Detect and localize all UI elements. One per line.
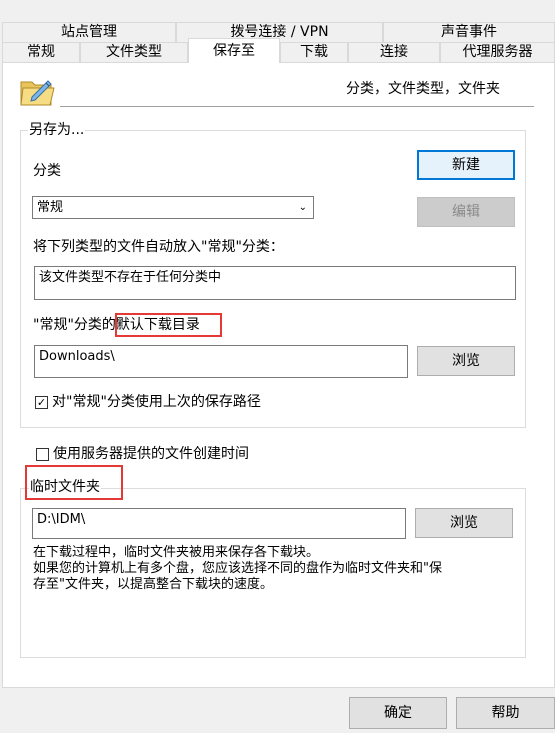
ok-button[interactable]: 确定 [349,697,447,729]
help-button[interactable]: 帮助 [456,697,555,729]
temp-desc-line3: 存至"文件夹，以提高整合下载块的速度。 [33,577,273,592]
server-time-label: 使用服务器提供的文件创建时间 [53,446,249,462]
category-select[interactable]: 常规 ⌄ [32,196,314,219]
header-divider [60,106,534,107]
folder-icon [18,74,56,108]
browse-button-default-dir[interactable]: 浏览 [417,346,515,376]
temp-desc-line2: 如果您的计算机上有多个盘，您应该选择不同的盘作为临时文件夹和"保 [33,561,442,576]
use-last-path-checkbox[interactable]: ✓ [35,396,48,409]
default-dir-field[interactable]: Downloads\ [34,345,408,378]
use-last-path-label: 对"常规"分类使用上次的保存路径 [52,394,261,410]
temp-folder-field[interactable]: D:\IDM\ [32,508,406,539]
tab-download[interactable]: 下载 [280,42,348,63]
tab-sound-events[interactable]: 声音事件 [383,22,555,42]
tab-general[interactable]: 常规 [2,42,80,63]
tab-file-types[interactable]: 文件类型 [80,42,188,63]
category-selected-value: 常规 [37,200,64,215]
auto-place-label: 将下列类型的文件自动放入"常规"分类： [33,239,284,255]
file-types-field: 该文件类型不存在于任何分类中 [34,266,516,300]
tab-save-to[interactable]: 保存至 [188,38,280,63]
header-text: 分类，文件类型，文件夹 [346,81,500,97]
category-label: 分类 [33,163,61,179]
chevron-down-icon: ⌄ [298,202,307,213]
edit-button: 编辑 [417,197,515,227]
tab-connection[interactable]: 连接 [348,42,440,63]
temp-desc-line1: 在下载过程中，临时文件夹被用来保存各下载块。 [33,545,320,560]
default-dir-label-prefix: "常规"分类的 [33,317,116,333]
save-as-legend: 另存为... [28,122,86,138]
highlight-box-default-dir [115,313,222,337]
browse-button-temp-folder[interactable]: 浏览 [415,508,513,538]
tab-proxy-server[interactable]: 代理服务器 [440,42,555,63]
highlight-box-temp-folder [25,465,123,500]
title-bar-fragment [0,0,555,6]
server-time-checkbox[interactable] [36,448,49,461]
new-button[interactable]: 新建 [417,150,515,180]
tab-site-manager[interactable]: 站点管理 [2,22,176,42]
